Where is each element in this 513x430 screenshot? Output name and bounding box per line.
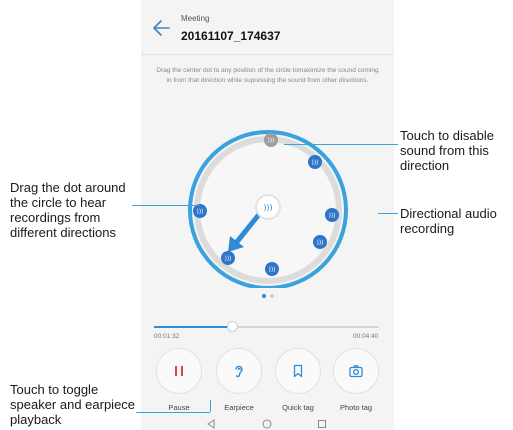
ear-icon	[235, 365, 243, 378]
center-drag-dot[interactable]: )))	[255, 194, 281, 220]
leader-line-directional	[378, 213, 398, 214]
page-dot	[270, 294, 274, 298]
back-button[interactable]	[151, 18, 173, 38]
sound-wave-icon: )))	[311, 160, 318, 167]
sound-wave-icon: )))	[316, 240, 323, 247]
header-divider	[141, 54, 394, 55]
direction-node-right[interactable]: )))	[325, 208, 339, 222]
total-time: 00:04:40	[353, 333, 379, 340]
callout-disable-sound: Touch to disable sound from this directi…	[400, 128, 494, 173]
app-header: Meeting 20161107_174637	[141, 0, 394, 55]
back-triangle-icon[interactable]	[206, 419, 216, 429]
progress-fill	[154, 326, 233, 328]
playback-progress-bar[interactable]	[154, 321, 379, 332]
home-circle-icon[interactable]	[262, 419, 272, 429]
leader-line-drag-dot	[132, 205, 200, 206]
sound-wave-icon: )))	[196, 209, 203, 216]
sound-wave-icon: )))	[224, 256, 231, 263]
phone-screen: Meeting 20161107_174637 Drag the center …	[141, 0, 394, 430]
direction-node-bottom[interactable]: )))	[265, 262, 279, 276]
pause-button[interactable]	[156, 348, 202, 394]
photo-tag-label: Photo tag	[339, 403, 373, 412]
direction-node-lower-right[interactable]: )))	[313, 235, 327, 249]
back-arrow-icon	[153, 20, 170, 36]
page-dot-active	[262, 294, 266, 298]
quick-tag-button[interactable]	[275, 348, 321, 394]
callout-toggle-speaker: Touch to toggle speaker and earpiece pla…	[10, 382, 136, 427]
bookmark-icon	[293, 364, 303, 378]
instruction-text: Drag the center dot to any position of t…	[156, 67, 379, 84]
leader-line-toggle-speaker	[136, 412, 210, 413]
earpiece-button[interactable]	[216, 348, 262, 394]
direction-node-left[interactable]: )))	[193, 204, 207, 218]
sound-wave-icon: )))	[328, 213, 335, 220]
camera-icon	[349, 365, 363, 378]
system-nav-bar	[141, 416, 394, 430]
progress-thumb[interactable]	[227, 321, 239, 332]
elapsed-time: 00:01:32	[154, 333, 180, 340]
direction-node-top-disabled[interactable]: )))	[264, 133, 278, 147]
recents-square-icon[interactable]	[317, 419, 327, 429]
sound-wave-icon: )))	[268, 267, 275, 274]
recording-title: 20161107_174637	[181, 29, 281, 43]
header-subtitle: Meeting	[181, 14, 210, 23]
pause-icon	[175, 366, 183, 376]
callout-drag-dot: Drag the dot around the circle to hear r…	[10, 180, 126, 240]
leader-line-disable-sound	[284, 144, 398, 145]
direction-node-lower-left-active[interactable]: )))	[221, 251, 235, 265]
sound-wave-icon: )))	[263, 203, 272, 212]
direction-node-upper-right[interactable]: )))	[308, 155, 322, 169]
photo-tag-button[interactable]	[333, 348, 379, 394]
leader-line-toggle-speaker-vertical	[210, 400, 211, 412]
callout-directional-recording: Directional audio recording	[400, 206, 497, 236]
sound-wave-icon: )))	[267, 138, 274, 145]
direction-dial: ))) ))) ))) ))) ))) ))) ))) )))	[188, 130, 348, 288]
